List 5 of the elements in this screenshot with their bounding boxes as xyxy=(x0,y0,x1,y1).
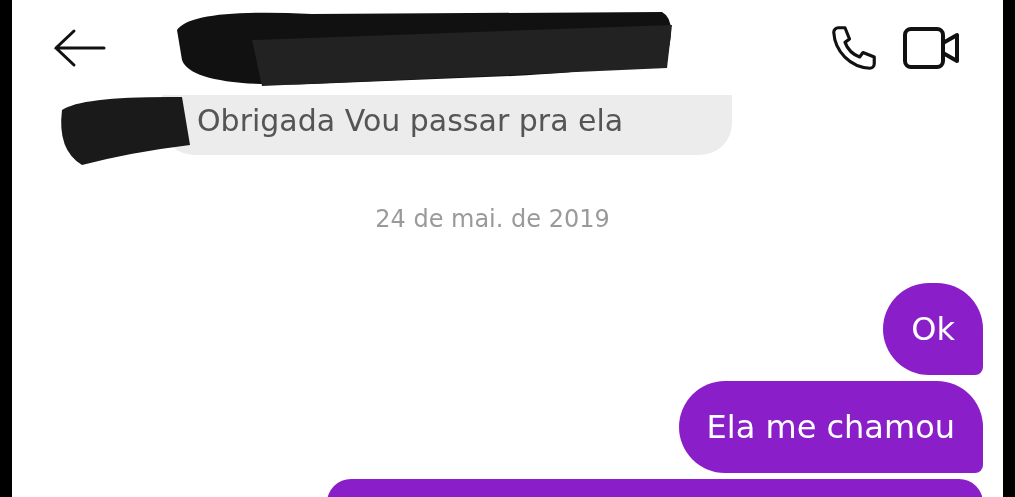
back-icon[interactable] xyxy=(52,27,108,68)
message-bubble: Ela me chamou xyxy=(678,381,983,473)
message-bubble: Obrigada Vou passar pra ela xyxy=(162,95,732,155)
message-bubble: Ok xyxy=(883,283,983,375)
date-separator: 24 de mai. de 2019 xyxy=(375,205,610,233)
